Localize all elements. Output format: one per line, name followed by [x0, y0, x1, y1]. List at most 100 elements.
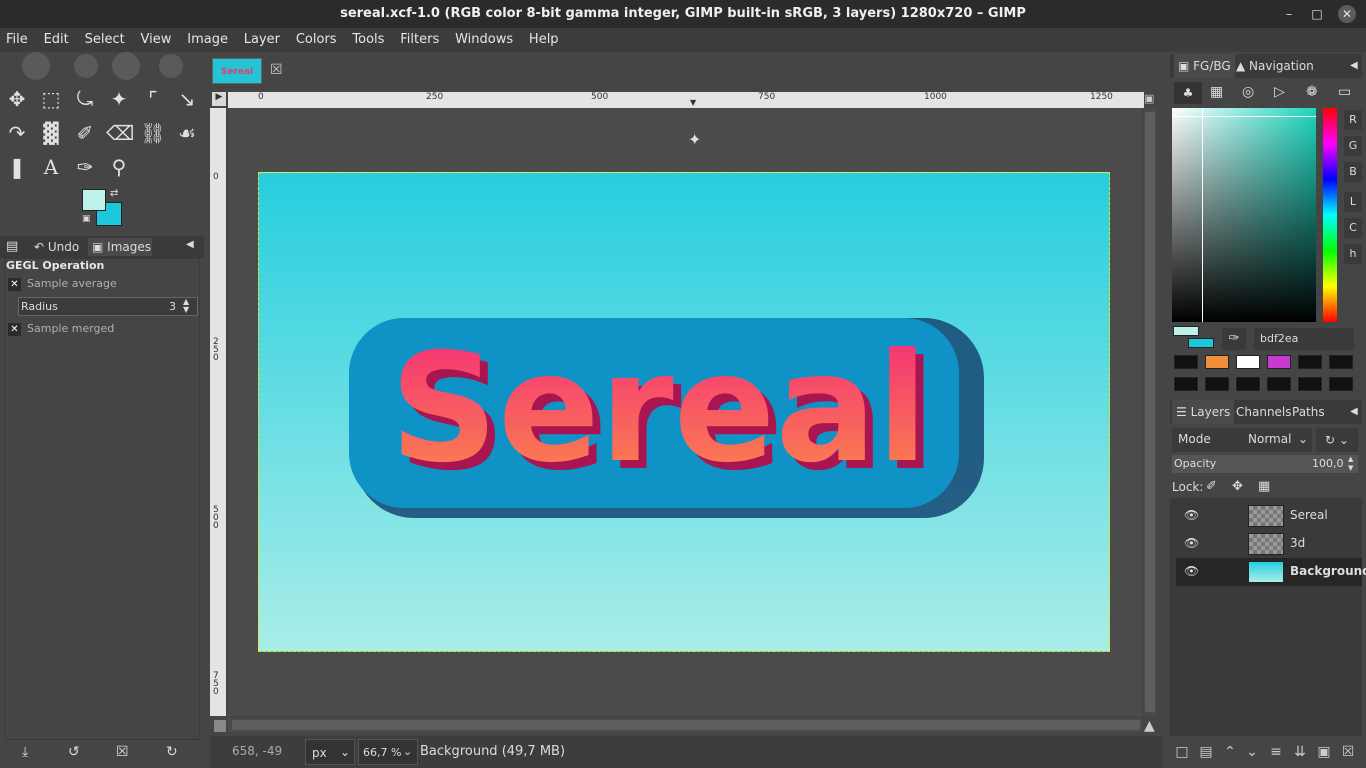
sample-merged-checkbox[interactable]: ✕ — [8, 322, 21, 336]
history-color-swatch[interactable] — [1236, 377, 1260, 391]
spin-arrows-icon[interactable]: ▲ ▼ — [183, 298, 189, 314]
new-group-icon[interactable]: ▤ — [1196, 742, 1216, 762]
zoom-select[interactable]: 66,7 % ⌄ — [358, 739, 418, 765]
color-square[interactable] — [1172, 108, 1316, 322]
bg-color-small[interactable] — [1188, 338, 1214, 348]
sample-merged-option[interactable]: ✕ Sample merged — [8, 322, 114, 338]
save-options-icon[interactable]: ⤓ — [22, 744, 28, 760]
visibility-eye-icon[interactable]: 👁 — [1184, 536, 1199, 550]
history-color-swatch[interactable] — [1174, 355, 1198, 369]
history-color-swatch[interactable] — [1298, 377, 1322, 391]
menu-layer[interactable]: Layer — [238, 28, 286, 52]
menu-file[interactable]: File — [0, 28, 34, 52]
visibility-eye-icon[interactable]: 👁 — [1184, 508, 1199, 522]
menu-filters[interactable]: Filters — [394, 28, 445, 52]
menu-image[interactable]: Image — [181, 28, 234, 52]
text-tool-icon[interactable]: A — [38, 154, 64, 180]
history-color-swatch[interactable] — [1205, 377, 1229, 391]
layer-row-background[interactable]: 👁 Background — [1176, 558, 1366, 586]
merge-down-icon[interactable]: ⇊ — [1290, 742, 1310, 762]
lock-alpha-icon[interactable]: ▦ — [1258, 479, 1270, 494]
tab-navigation[interactable]: ▲ Navigation — [1236, 54, 1314, 78]
scales-selector-icon[interactable]: ▭ — [1338, 84, 1351, 100]
warp-tool-icon[interactable]: ↷ — [4, 120, 30, 146]
close-image-tab-icon[interactable]: ☒ — [270, 62, 283, 78]
restore-options-icon[interactable]: ↺ — [68, 744, 80, 760]
tab-channels[interactable]: Channels — [1236, 400, 1292, 424]
transform-tool-icon[interactable]: ↘ — [174, 86, 200, 112]
dock-menu-icon[interactable]: ◀ — [1350, 54, 1358, 78]
tab-images[interactable]: ▣ Images — [88, 238, 152, 256]
default-colors-icon[interactable]: ▣ — [82, 214, 91, 224]
image-canvas[interactable]: Sereal Sereal — [258, 172, 1110, 652]
history-color-swatch[interactable] — [1329, 377, 1353, 391]
history-color-swatch[interactable] — [1236, 355, 1260, 369]
wheel-selector-icon[interactable]: ◎ — [1242, 84, 1254, 100]
sample-average-option[interactable]: ✕ Sample average — [8, 277, 117, 293]
zoom-tool-icon[interactable]: ⚲ — [106, 154, 132, 180]
gimp-selector-icon[interactable]: ♣ — [1174, 82, 1202, 104]
spin-arrows-icon[interactable]: ▲ ▼ — [1348, 455, 1353, 473]
horizontal-scrollbar[interactable] — [228, 718, 1142, 732]
eraser-tool-icon[interactable]: ⌫ — [106, 120, 134, 146]
color-picker-icon[interactable]: ✑ — [1222, 328, 1246, 350]
smudge-tool-icon[interactable]: ☙ — [174, 120, 200, 146]
move-tool-icon[interactable]: ✥ — [4, 86, 30, 112]
composite-mode-select[interactable]: ↻ ⌄ — [1316, 428, 1358, 452]
new-layer-icon[interactable]: □ — [1172, 742, 1192, 762]
tab-undo[interactable]: ↶ Undo — [30, 238, 84, 256]
channel-r-button[interactable]: R — [1344, 110, 1362, 130]
cmyk-selector-icon[interactable]: ▦ — [1210, 84, 1223, 100]
navigation-arrow-icon[interactable]: ▲ — [1144, 718, 1155, 734]
foreground-color-swatch[interactable] — [82, 189, 106, 211]
watercolor-selector-icon[interactable]: ❁ — [1306, 84, 1318, 100]
gradient-tool-icon[interactable]: ▓ — [38, 120, 64, 146]
reset-options-icon[interactable]: ↻ — [166, 744, 178, 760]
visibility-eye-icon[interactable]: 👁 — [1184, 564, 1199, 578]
menu-help[interactable]: Help — [523, 28, 565, 52]
tool-options-tab-icon[interactable]: ▤ — [6, 239, 18, 254]
duplicate-layer-icon[interactable]: ≡ — [1266, 742, 1286, 762]
quick-mask-toggle-icon[interactable]: ▶ — [212, 92, 226, 106]
vertical-scroll-thumb[interactable] — [1145, 112, 1155, 712]
zoom-follow-icon[interactable]: ▣ — [1144, 92, 1158, 106]
menu-windows[interactable]: Windows — [449, 28, 519, 52]
lower-layer-icon[interactable]: ⌄ — [1242, 742, 1262, 762]
opacity-slider[interactable]: Opacity 100,0 ▲ ▼ — [1172, 455, 1358, 473]
channel-h-button[interactable]: h — [1344, 244, 1362, 264]
fuzzy-select-tool-icon[interactable]: ✦ — [106, 86, 132, 112]
rect-select-tool-icon[interactable]: ⬚ — [38, 86, 64, 112]
vertical-scrollbar[interactable] — [1144, 108, 1156, 716]
sample-average-checkbox[interactable]: ✕ — [8, 277, 21, 291]
history-color-swatch[interactable] — [1267, 355, 1291, 369]
menu-colors[interactable]: Colors — [290, 28, 343, 52]
swap-colors-icon[interactable]: ⇄ — [110, 188, 118, 199]
unit-select[interactable]: px ⌄ — [305, 739, 355, 765]
channel-b-button[interactable]: B — [1344, 162, 1362, 182]
delete-layer-icon[interactable]: ☒ — [1338, 742, 1358, 762]
layer-row-3d[interactable]: 👁 3d — [1176, 530, 1362, 558]
menu-tools[interactable]: Tools — [346, 28, 390, 52]
dock-menu-icon[interactable]: ◀ — [1350, 400, 1358, 424]
lock-position-icon[interactable]: ✥ — [1232, 479, 1243, 494]
history-color-swatch[interactable] — [1329, 355, 1353, 369]
menu-select[interactable]: Select — [79, 28, 131, 52]
delete-options-icon[interactable]: ☒ — [116, 744, 129, 760]
lock-pixels-icon[interactable]: ✐ — [1206, 479, 1217, 494]
raise-layer-icon[interactable]: ⌃ — [1220, 742, 1240, 762]
fg-color-small[interactable] — [1173, 326, 1199, 336]
mode-select[interactable]: Mode Normal ⌄ — [1172, 428, 1312, 452]
image-tab-thumbnail[interactable]: Sereal — [212, 58, 262, 84]
dock-menu-icon[interactable]: ◀ — [186, 239, 194, 250]
menu-view[interactable]: View — [135, 28, 178, 52]
tab-paths[interactable]: Paths — [1292, 400, 1325, 424]
channel-g-button[interactable]: G — [1344, 136, 1362, 156]
mask-icon[interactable]: ▣ — [1314, 742, 1334, 762]
crop-tool-icon[interactable]: ⌜ — [140, 86, 166, 112]
triangle-selector-icon[interactable]: ▷ — [1274, 84, 1285, 100]
horizontal-scroll-thumb[interactable] — [232, 720, 1140, 730]
history-color-swatch[interactable] — [1298, 355, 1322, 369]
history-color-swatch[interactable] — [1174, 377, 1198, 391]
lasso-tool-icon[interactable]: ⤿ — [72, 86, 98, 112]
close-window-button[interactable]: ✕ — [1338, 5, 1356, 23]
